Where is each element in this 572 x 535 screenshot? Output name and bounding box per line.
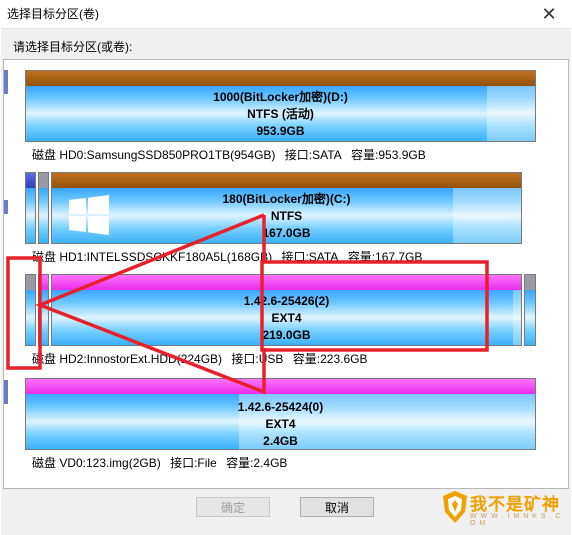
partition-name: 180(BitLocker加密)(C:) <box>222 192 351 206</box>
partition-cap <box>39 173 48 188</box>
disk-info: 磁盘 HD1:INTELSSDSCKKF180A5L(168GB) 接口:SAT… <box>32 248 428 265</box>
disk-list[interactable]: 1000(BitLocker加密)(D:) NTFS (活动) 953.9GB … <box>3 59 569 489</box>
disk-name: 磁盘 HD0:SamsungSSD850PRO1TB(954GB) <box>32 148 276 162</box>
disk-name: 磁盘 VD0:123.img(2GB) <box>32 456 161 470</box>
partition-cap <box>26 71 535 86</box>
disk-capacity: 容量:2.4GB <box>226 456 288 470</box>
partition-cap <box>26 379 535 394</box>
partition-block-small[interactable] <box>524 274 536 346</box>
partition-label: 1.42.6-25426(2) EXT4 219.0GB <box>52 293 521 344</box>
watermark: 我不是矿神 W W W . I M N K S . C O M <box>440 486 566 528</box>
partition-size: 219.0GB <box>262 328 311 342</box>
partition-size: 2.4GB <box>263 434 298 448</box>
watermark-text: 我不是矿神 <box>470 495 560 514</box>
partition-fs: NTFS <box>270 209 303 223</box>
disk-interface: 接口:SATA <box>284 148 342 162</box>
row-edge-marker <box>4 380 8 404</box>
partition-block-c[interactable]: 180(BitLocker加密)(C:) NTFS 167.0GB <box>51 172 522 244</box>
disk-capacity: 容量:953.9GB <box>351 148 426 162</box>
partition-name: 1000(BitLocker加密)(D:) <box>213 90 348 104</box>
partition-fs: EXT4 <box>265 417 296 431</box>
partition-cap <box>525 275 535 290</box>
disk-interface: 接口:USB <box>231 352 284 366</box>
partition-block-small[interactable] <box>38 172 49 244</box>
partition-name: 1.42.6-25424(0) <box>237 400 324 414</box>
disk-info: 磁盘 VD0:123.img(2GB) 接口:File 容量:2.4GB <box>32 454 293 471</box>
disk-interface: 接口:File <box>170 456 217 470</box>
shield-icon <box>443 491 467 523</box>
partition-label: 1.42.6-25424(0) EXT4 2.4GB <box>26 399 535 449</box>
disk-capacity: 容量:167.7GB <box>347 250 423 264</box>
partition-fill <box>525 290 535 345</box>
disk-capacity: 容量:223.6GB <box>292 352 368 366</box>
partition-size: 953.9GB <box>256 124 305 138</box>
partition-fill <box>26 290 35 345</box>
partition-block-small[interactable] <box>25 274 36 346</box>
partition-fs: EXT4 <box>271 311 302 325</box>
row-edge-marker <box>4 70 8 94</box>
disk-info: 磁盘 HD2:InnostorExt.HDD(224GB) 接口:USB 容量:… <box>32 350 373 367</box>
partition-fill <box>39 188 48 243</box>
partition-cap <box>52 275 521 290</box>
partition-block-ext4-0[interactable]: 1.42.6-25424(0) EXT4 2.4GB <box>25 378 536 450</box>
partition-block-small[interactable] <box>25 172 36 244</box>
partition-fill <box>26 188 35 243</box>
partition-size: 167.0GB <box>262 226 311 240</box>
partition-label: 1000(BitLocker加密)(D:) NTFS (活动) 953.9GB <box>26 89 535 140</box>
row-edge-marker <box>4 200 8 214</box>
partition-cap <box>39 275 48 290</box>
partition-label: 180(BitLocker加密)(C:) NTFS 167.0GB <box>52 191 521 242</box>
partition-fill <box>39 290 48 345</box>
window-title: 选择目标分区(卷) <box>7 7 99 21</box>
close-icon[interactable]: ✕ <box>534 2 564 26</box>
partition-cap <box>52 173 521 188</box>
partition-cap <box>26 173 35 188</box>
disk-name: 磁盘 HD2:InnostorExt.HDD(224GB) <box>32 352 223 366</box>
partition-cap <box>26 275 35 290</box>
prompt-label: 请选择目标分区(或卷): <box>13 40 133 54</box>
watermark-url: W W W . I M N K S . C O M <box>470 513 562 527</box>
cancel-button[interactable]: 取消 <box>300 497 374 517</box>
partition-fs: NTFS (活动) <box>247 107 314 121</box>
ok-button[interactable]: 确定 <box>196 497 270 517</box>
title-bar: 选择目标分区(卷) ✕ <box>0 0 572 28</box>
dialog-body: 请选择目标分区(或卷): 1000(BitLocker加密)(D:) NTFS … <box>1 28 571 535</box>
partition-block-small[interactable] <box>38 274 49 346</box>
disk-info: 磁盘 HD0:SamsungSSD850PRO1TB(954GB) 接口:SAT… <box>32 146 432 163</box>
partition-block-ext4-2[interactable]: 1.42.6-25426(2) EXT4 219.0GB <box>51 274 522 346</box>
partition-block-d[interactable]: 1000(BitLocker加密)(D:) NTFS (活动) 953.9GB <box>25 70 536 142</box>
disk-interface: 接口:SATA <box>281 250 339 264</box>
partition-name: 1.42.6-25426(2) <box>243 294 330 308</box>
disk-name: 磁盘 HD1:INTELSSDSCKKF180A5L(168GB) <box>32 250 273 264</box>
